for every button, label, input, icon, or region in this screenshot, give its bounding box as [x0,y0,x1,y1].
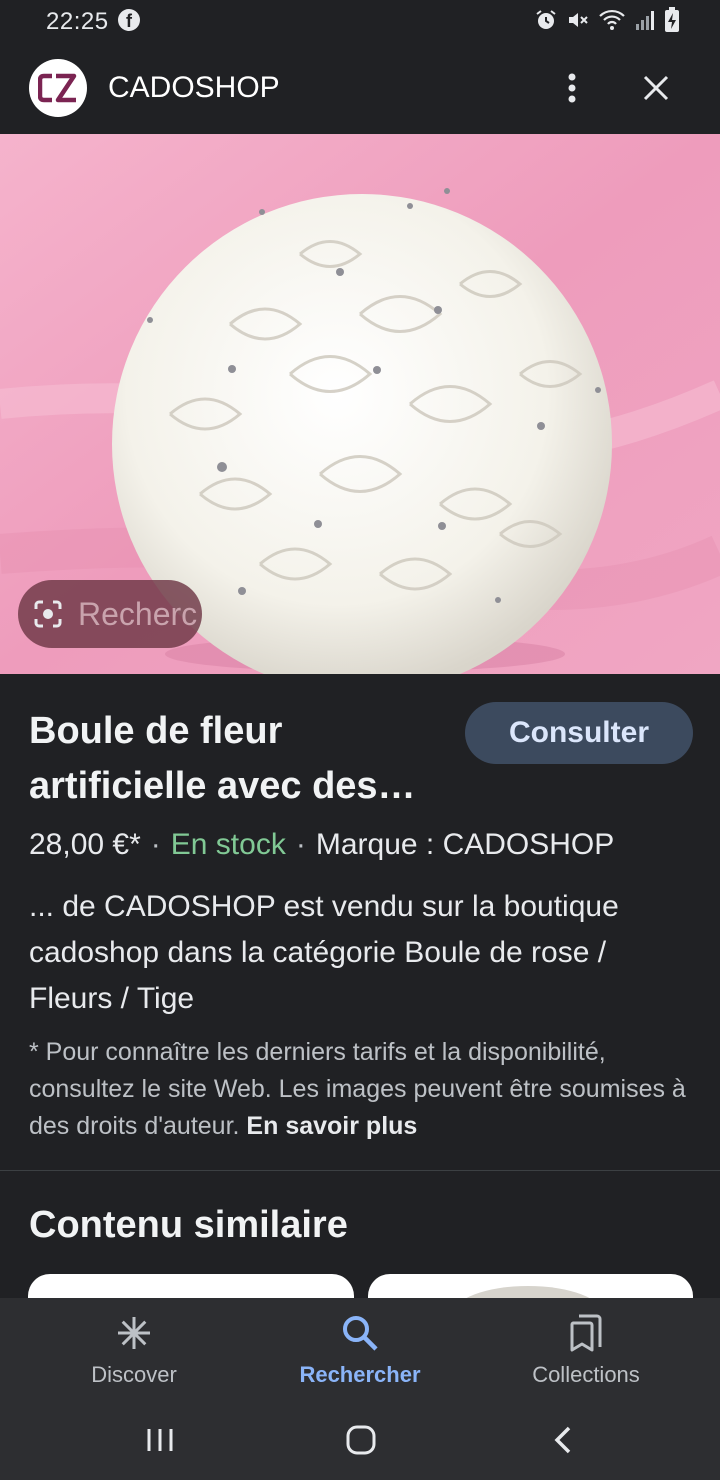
similar-content-heading: Contenu similaire [29,1204,348,1246]
nav-collections-label: Collections [532,1362,640,1387]
learn-more-link[interactable]: En savoir plus [246,1112,417,1140]
product-brand: Marque : CADOSHOP [315,828,615,861]
separator-dot: · [150,828,161,861]
google-lens-icon [34,600,62,628]
status-bar: 22:25 f [0,0,720,44]
more-options-button[interactable] [552,64,592,112]
search-icon [343,1316,378,1351]
system-nav-bar [0,1400,720,1480]
nav-search-label: Rechercher [299,1362,421,1387]
alarm-icon [536,10,556,29]
lens-search-label: Recherc [78,595,198,632]
battery-charging-icon [665,7,679,32]
separator-dot: · [295,828,306,861]
bookmarks-icon [570,1314,602,1352]
facebook-icon: f [118,9,140,31]
consult-button[interactable]: Consulter [465,702,693,764]
recent-apps-button[interactable] [140,1422,180,1458]
nav-discover[interactable]: Discover [34,1312,234,1388]
cadoshop-logo-icon [38,73,77,103]
home-icon [346,1425,376,1455]
nav-discover-label: Discover [91,1362,177,1387]
mute-icon [569,13,588,27]
wifi-icon [599,9,625,30]
more-vert-icon [568,73,576,103]
product-meta: 28,00 €* · En stock · Marque : CADOSHOP [29,828,614,862]
site-title: CADOSHOP [108,71,280,104]
product-price: 28,00 €* [29,828,141,861]
signal-icon [636,11,654,30]
site-logo [29,59,87,117]
asterisk-icon [118,1317,150,1349]
divider [0,1170,720,1171]
lens-search-button[interactable]: Recherc [18,580,202,648]
price-disclaimer: * Pour connaître les derniers tarifs et … [29,1034,689,1145]
status-icons [534,7,680,33]
product-title[interactable]: Boule de fleur artificielle avec des… [29,704,449,814]
close-button[interactable] [632,64,680,112]
nav-search[interactable]: Rechercher [260,1312,460,1388]
recent-apps-icon [147,1429,173,1451]
status-time: 22:25 [46,8,109,35]
close-icon [643,75,669,101]
bottom-nav: Discover Rechercher Collections [0,1298,720,1400]
back-icon [554,1426,571,1454]
product-description: ... de CADOSHOP est vendu sur la boutiqu… [29,890,619,1015]
back-button[interactable] [543,1422,583,1458]
home-button[interactable] [341,1422,381,1458]
app-bar: CADOSHOP [0,44,720,134]
nav-collections[interactable]: Collections [486,1312,686,1388]
stock-status: En stock [170,828,286,861]
